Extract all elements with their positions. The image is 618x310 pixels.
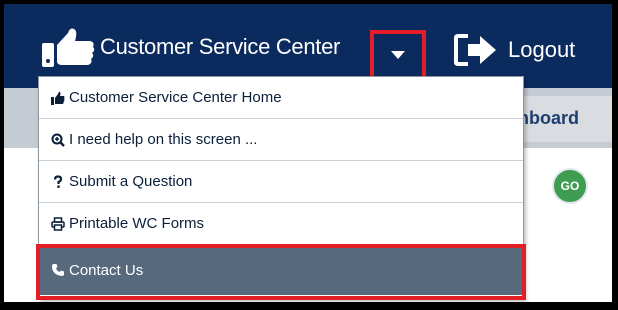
menu-item-contact-us[interactable]: Contact Us — [39, 245, 523, 295]
go-button[interactable]: GO — [552, 168, 588, 204]
customer-service-dropdown-menu: Customer Service Center Home I need help… — [38, 76, 524, 300]
menu-item-label: Customer Service Center Home — [69, 89, 282, 106]
tab-dashboard-label: hboard — [518, 108, 579, 128]
thumbs-up-icon — [40, 25, 96, 69]
menu-item-submit-question[interactable]: Submit a Question — [39, 161, 523, 203]
menu-item-customer-service-home[interactable]: Customer Service Center Home — [39, 77, 523, 119]
menu-item-help-on-screen[interactable]: I need help on this screen ... — [39, 119, 523, 161]
customer-service-center-toggle[interactable]: Customer Service Center — [40, 22, 340, 72]
screenshot-frame: Customer Service Center Logout hboard GO — [4, 4, 612, 302]
caret-down-icon — [391, 51, 405, 59]
question-icon — [51, 174, 65, 189]
thumbs-up-icon — [51, 91, 65, 105]
print-icon — [51, 216, 65, 231]
menu-item-label: Printable WC Forms — [69, 215, 205, 232]
menu-item-label: I need help on this screen ... — [69, 131, 258, 148]
dropdown-toggle-button[interactable] — [370, 30, 426, 80]
search-plus-icon — [51, 133, 65, 147]
menu-item-label: Submit a Question — [69, 173, 193, 190]
customer-service-center-label: Customer Service Center — [100, 34, 341, 59]
logout-label: Logout — [508, 37, 576, 62]
menu-item-printable-forms[interactable]: Printable WC Forms — [39, 203, 523, 245]
menu-item-label: Contact Us — [69, 261, 144, 279]
phone-icon — [51, 263, 65, 277]
sign-out-icon — [454, 32, 498, 68]
logout-link[interactable]: Logout — [454, 28, 575, 72]
